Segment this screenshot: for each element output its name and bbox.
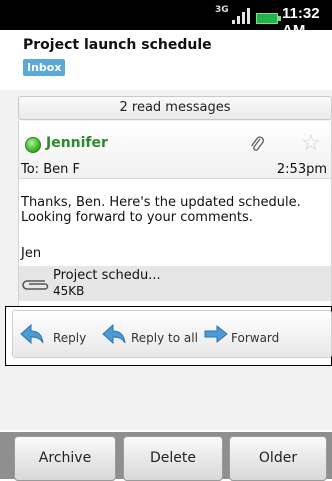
attachment-name: Project schedu...: [53, 268, 161, 283]
page-title: Project launch schedule: [23, 37, 212, 53]
forward-label: Forward: [231, 331, 280, 345]
archive-button[interactable]: Archive: [14, 436, 116, 481]
reply-all-label: Reply to all: [131, 331, 198, 345]
read-messages-button[interactable]: 2 read messages: [18, 96, 332, 120]
message-card-header[interactable]: Jennifer ☆ To: Ben F 2:53pm: [19, 121, 331, 179]
sender-name: Jennifer: [46, 135, 108, 151]
signal-icon: [232, 8, 252, 24]
message-body: Thanks, Ben. Here's the updated schedule…: [21, 195, 301, 225]
message-time: 2:53pm: [276, 162, 327, 177]
reply-button[interactable]: Reply: [19, 323, 89, 345]
battery-icon: [256, 13, 281, 24]
forward-icon: [204, 324, 228, 344]
3g-icon: 3G: [215, 5, 229, 15]
attachment-size: 45KB: [53, 284, 85, 298]
delete-button[interactable]: Delete: [123, 436, 223, 481]
reply-all-icon: [102, 323, 126, 345]
message-actions: Reply Reply to all Forward: [12, 310, 332, 358]
attachment-icon: [22, 280, 49, 290]
forward-button[interactable]: Forward: [203, 323, 283, 345]
reply-all-button[interactable]: Reply to all: [101, 323, 201, 345]
reply-icon: [20, 323, 44, 345]
star-icon[interactable]: ☆: [301, 131, 321, 156]
recipient-line: To: Ben F: [21, 162, 80, 177]
older-button[interactable]: Older: [229, 436, 327, 481]
message-signature: Jen: [21, 246, 42, 261]
attachment-item[interactable]: Project schedu... 45KB: [19, 266, 331, 301]
reply-label: Reply: [53, 331, 87, 345]
paperclip-icon: [250, 136, 264, 151]
presence-online-icon: [25, 137, 41, 153]
message-header: Project launch schedule Inbox: [0, 30, 332, 90]
folder-badge: Inbox: [23, 59, 66, 76]
status-bar: 3G 11:32 AM: [0, 0, 332, 39]
